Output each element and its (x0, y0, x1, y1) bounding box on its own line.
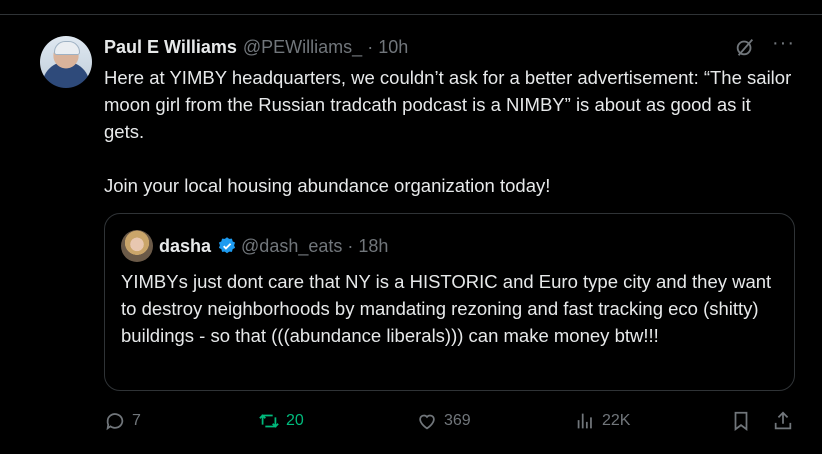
quoted-post-time[interactable]: 18h (358, 236, 388, 257)
quoted-author-name[interactable]: dasha (159, 236, 211, 257)
quoted-post-header: dasha @dash_eats · 18h (159, 234, 388, 258)
bookmark-button[interactable] (730, 404, 752, 438)
reply-count: 7 (132, 412, 141, 429)
author-name[interactable]: Paul E Williams (104, 37, 237, 58)
like-button[interactable]: 369 (416, 404, 471, 438)
share-icon (774, 411, 792, 430)
like-icon (419, 414, 435, 430)
repost-icon (259, 414, 279, 428)
post-actions-bar: 7 20 369 22K (104, 404, 794, 438)
previous-post-divider (0, 0, 822, 15)
views-button[interactable]: 22K (574, 404, 630, 438)
post-time[interactable]: 10h (378, 37, 408, 58)
share-button[interactable] (772, 404, 794, 438)
post-header: Paul E Williams @PEWilliams_ · 10h (104, 36, 408, 58)
reply-icon (106, 413, 124, 431)
reply-button[interactable]: 7 (104, 404, 141, 438)
hard-hat-graphic (54, 41, 80, 55)
like-count: 369 (444, 412, 471, 429)
view-count: 22K (602, 412, 631, 429)
bookmark-icon (734, 411, 748, 431)
quoted-post[interactable]: dasha @dash_eats · 18h YIMBYs just dont … (104, 213, 795, 391)
separator: · (367, 36, 374, 57)
repost-count: 20 (286, 412, 304, 429)
more-icon[interactable]: ··· (772, 33, 794, 58)
author-avatar[interactable] (40, 36, 92, 88)
repost-button[interactable]: 20 (258, 404, 304, 438)
quoted-separator: · (347, 235, 354, 256)
author-handle[interactable]: @PEWilliams_ (243, 37, 362, 58)
verified-badge-icon (218, 237, 236, 254)
quoted-post-text: YIMBYs just dont care that NY is a HISTO… (121, 271, 772, 346)
quoted-author-handle[interactable]: @dash_eats (241, 236, 342, 257)
views-icon (577, 413, 592, 429)
post-text: Here at YIMBY headquarters, we couldn’t … (104, 67, 792, 196)
quoted-author-avatar[interactable] (121, 230, 153, 262)
grok-icon[interactable] (734, 36, 756, 58)
